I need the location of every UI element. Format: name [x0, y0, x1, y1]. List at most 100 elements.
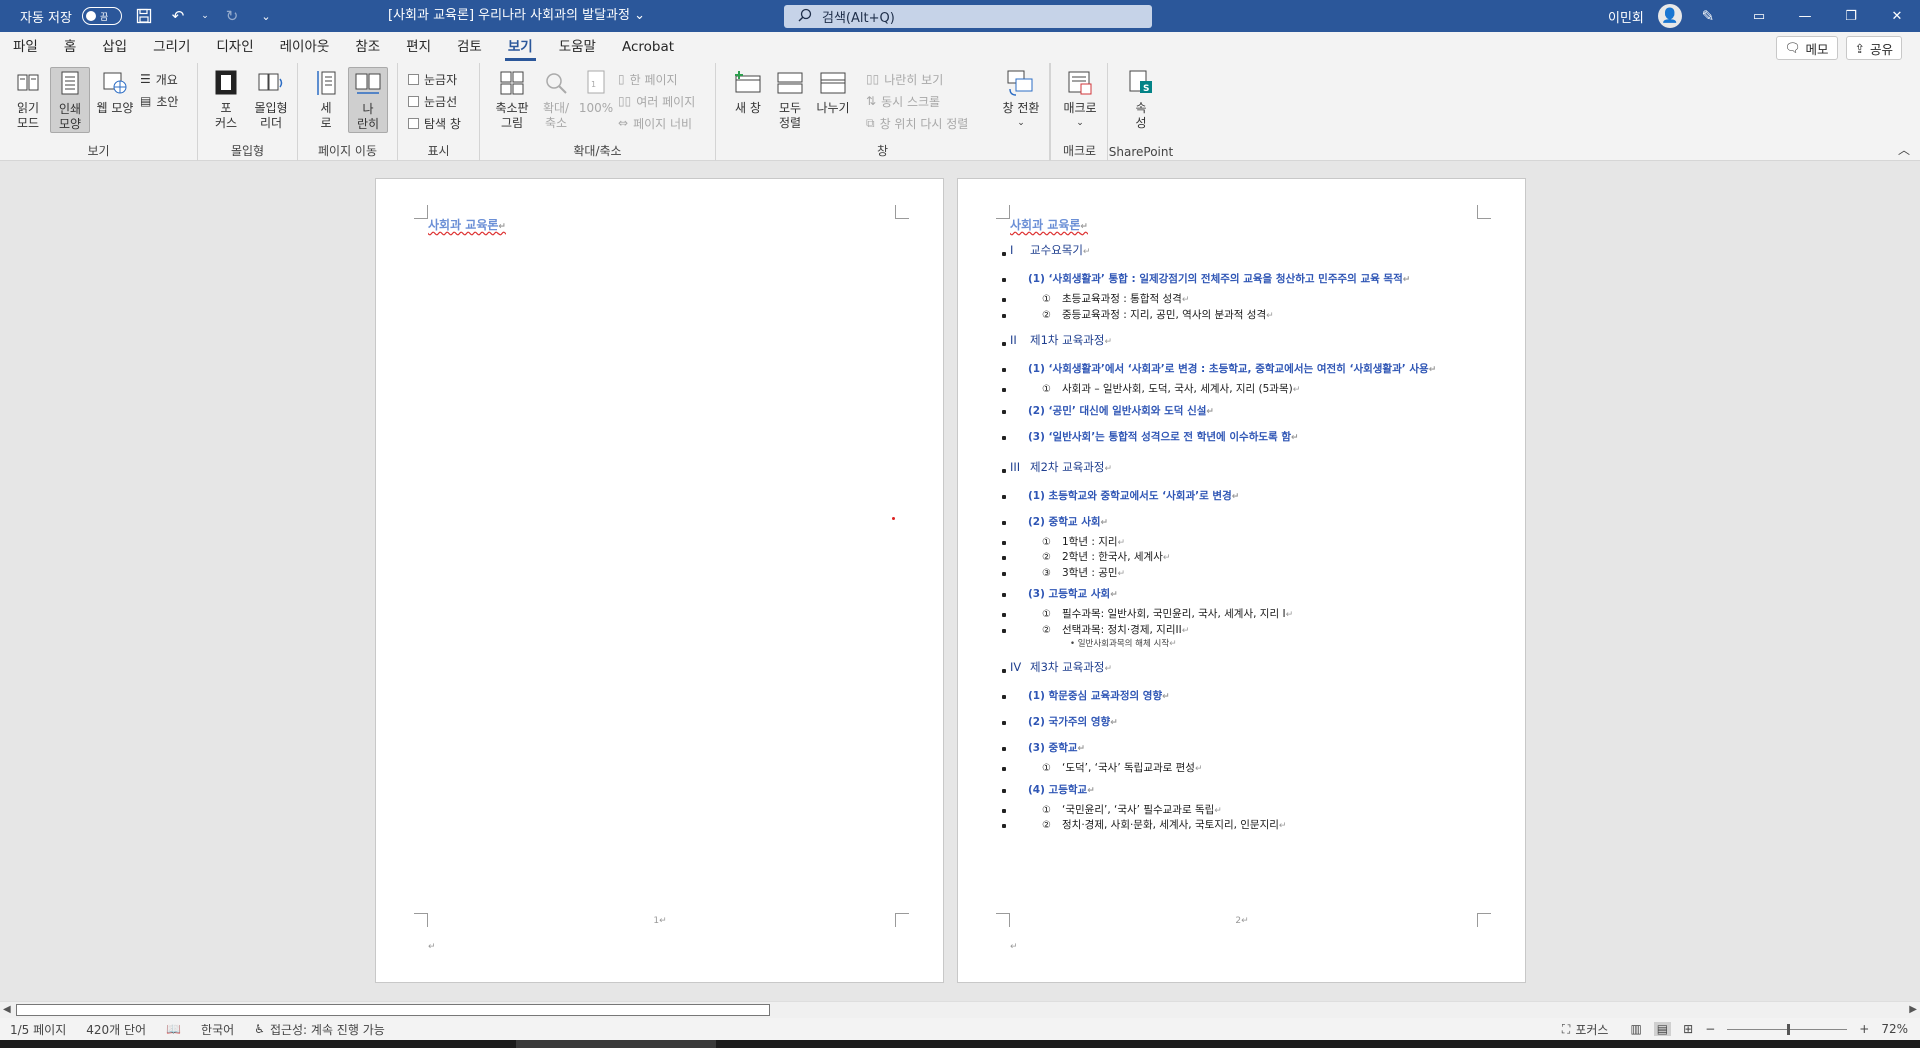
memo-button[interactable]: 🗨 메모 — [1775, 36, 1838, 60]
outline-number: IV — [1010, 660, 1022, 674]
web-layout-button[interactable]: 웹 모양 — [93, 67, 137, 116]
outline-text: (3) 중학교 — [1028, 742, 1078, 754]
word-count[interactable]: 420개 단어 — [76, 1021, 156, 1038]
tab-6[interactable]: 참조 — [342, 32, 393, 63]
tab-9[interactable]: 보기 — [495, 32, 546, 63]
macros-button[interactable]: 매크로 ⌄ — [1060, 67, 1100, 131]
web-layout-icon[interactable]: ⊞ — [1683, 1022, 1693, 1036]
page-1-header[interactable]: 사회과 교육론↵ — [428, 216, 506, 233]
page-width-button[interactable]: ⇔ 페이지 너비 — [618, 113, 692, 133]
tab-11[interactable]: Acrobat — [609, 32, 687, 63]
split-button[interactable]: 나누기 — [812, 67, 854, 116]
view-side-by-side-button[interactable]: ▯▯ 나란히 보기 — [866, 69, 943, 89]
switch-windows-button[interactable]: 창 전환 ⌄ — [996, 67, 1046, 131]
accessibility-icon: ♿ — [254, 1022, 265, 1036]
avatar[interactable]: 👤 — [1657, 4, 1682, 28]
outline-text: 초등교육과정 : 통합적 성격 — [1062, 293, 1182, 305]
focus-mode-button[interactable]: ⛶ 포커스 — [1552, 1021, 1619, 1038]
outline-text: 제1차 교육과정 — [1030, 333, 1105, 347]
zoom-100-button[interactable]: 1 100% — [576, 67, 616, 116]
tab-5[interactable]: 레이아웃 — [267, 32, 343, 63]
zoom-level[interactable]: 72% — [1881, 1022, 1908, 1036]
ruler-checkbox[interactable]: 눈금자 — [408, 69, 457, 89]
restore-icon[interactable]: ❐ — [1828, 0, 1874, 32]
share-button[interactable]: ⇪ 공유 — [1845, 36, 1902, 60]
tab-3[interactable]: 그리기 — [140, 32, 203, 63]
scroll-left-icon[interactable]: ◀ — [3, 1004, 11, 1015]
reset-window-position-button[interactable]: ⧉ 창 위치 다시 정렬 — [866, 113, 968, 133]
arrange-icon — [775, 67, 805, 99]
outline-button[interactable]: ☰ 개요 — [140, 69, 178, 89]
arrange-all-button[interactable]: 모두 정렬 — [770, 67, 810, 131]
zoom-slider[interactable] — [1727, 1023, 1848, 1035]
properties-button[interactable]: S 속성 — [1121, 67, 1161, 131]
focus-icon — [211, 67, 241, 99]
navigation-pane-checkbox[interactable]: 탐색 창 — [408, 113, 461, 133]
outline-number: III — [1010, 459, 1021, 474]
print-layout-button[interactable]: 인쇄 모양 — [50, 67, 90, 133]
outline-text: (4) 고등학교 — [1028, 783, 1088, 796]
read-mode-button[interactable]: 읽기 모드 — [8, 67, 48, 131]
proofing-status[interactable]: 📖 — [156, 1022, 191, 1036]
document-title[interactable]: [사회과 교육론] 우리나라 사회과의 발달과정 ⌄ — [388, 0, 645, 32]
document-area[interactable]: 사회과 교육론↵ 1↵ ↵ 사회과 교육론↵ I 교수요목기↵ (1) ‘사회생활과… — [0, 161, 1920, 1001]
tab-2[interactable]: 삽입 — [89, 32, 140, 63]
save-icon[interactable] — [132, 4, 156, 28]
thumbnail-button[interactable]: 축소판 그림 — [490, 67, 534, 131]
svg-text:1: 1 — [591, 80, 596, 89]
reset-position-icon: ⧉ — [866, 115, 875, 130]
outline-text: (3) ‘일반사회’는 통합적 성격으로 전 학년에 이수하도록 함 — [1028, 430, 1291, 443]
read-mode-icon[interactable]: ▥ — [1630, 1022, 1641, 1036]
page-2-header[interactable]: 사회과 교육론↵ — [1010, 216, 1088, 233]
outline-text: (2) 중학교 사회 — [1028, 515, 1101, 528]
minimize-icon[interactable]: — — [1782, 0, 1828, 32]
zoom-in-icon[interactable]: + — [1859, 1022, 1869, 1036]
tab-7[interactable]: 편지 — [393, 32, 444, 63]
undo-icon[interactable]: ↶ — [166, 4, 190, 28]
immersive-reader-button[interactable]: 몰입형 리더 — [248, 67, 294, 131]
outline-number: ① — [1042, 609, 1051, 620]
close-icon[interactable]: ✕ — [1874, 0, 1920, 32]
tab-10[interactable]: 도움말 — [546, 32, 609, 63]
redo-icon[interactable]: ↻ — [220, 4, 244, 28]
tab-8[interactable]: 검토 — [444, 32, 495, 63]
outline-text: 2학년 : 한국사, 세계사 — [1062, 551, 1163, 563]
tab-4[interactable]: 디자인 — [203, 32, 266, 63]
outline-text: (3) 고등학교 사회 — [1028, 588, 1111, 600]
scroll-right-icon[interactable]: ▶ — [1909, 1004, 1917, 1015]
tab-0[interactable]: 파일 — [0, 32, 51, 63]
vertical-button[interactable]: 세로 — [306, 67, 346, 131]
horizontal-scrollbar[interactable]: ◀ ▶ — [0, 1001, 1920, 1018]
collapse-ribbon-icon[interactable]: ︿ — [1898, 141, 1910, 158]
synchronous-scrolling-button[interactable]: ⇅ 동시 스크롤 — [866, 91, 940, 111]
gridlines-checkbox[interactable]: 눈금선 — [408, 91, 457, 111]
search-input[interactable]: 검색(Alt+Q) — [784, 5, 1152, 28]
outline-text: (1) ‘사회생활과’ 통합 : 일제강점기의 전체주의 교육을 청산하고 민주… — [1028, 273, 1403, 285]
draft-button[interactable]: ▤ 초안 — [140, 91, 178, 111]
side-to-side-button[interactable]: 나 란히 — [348, 67, 388, 133]
user-name[interactable]: 이민회 — [1608, 7, 1644, 26]
print-layout-icon[interactable]: ▤ — [1653, 1022, 1672, 1036]
pen-icon[interactable]: ✎ — [1696, 4, 1720, 28]
one-page-button[interactable]: ▯ 한 페이지 — [618, 69, 678, 89]
scrollbar-thumb[interactable] — [16, 1004, 770, 1016]
accessibility-status[interactable]: ♿ 접근성: 계속 진행 가능 — [244, 1021, 395, 1038]
new-window-button[interactable]: 새 창 — [728, 67, 768, 116]
ribbon-display-icon[interactable]: ▭ — [1736, 0, 1782, 32]
page-count[interactable]: 1/5 페이지 — [0, 1021, 76, 1038]
share-icon: ⇪ — [1854, 40, 1865, 56]
undo-dropdown-icon[interactable]: ⌄ — [200, 4, 210, 28]
outline-text: 3학년 : 공민 — [1062, 566, 1118, 579]
page-1[interactable]: 사회과 교육론↵ 1↵ ↵ — [375, 178, 944, 983]
tab-1[interactable]: 홈 — [51, 32, 89, 63]
focus-button[interactable]: 포 커스 — [206, 67, 246, 131]
customize-toolbar-icon[interactable]: ⌄ — [254, 4, 278, 28]
multiple-pages-button[interactable]: ▯▯ 여러 페이지 — [618, 91, 695, 111]
page-2[interactable]: 사회과 교육론↵ I 교수요목기↵ (1) ‘사회생활과’ 통합 : 일제강점기의 … — [957, 178, 1526, 983]
language[interactable]: 한국어 — [191, 1021, 244, 1038]
sync-scroll-icon: ⇅ — [866, 94, 877, 108]
side-by-side-small-icon: ▯▯ — [866, 72, 880, 86]
zoom-button[interactable]: 확대/축소 — [536, 67, 576, 131]
autosave-toggle[interactable]: 끔 — [81, 7, 122, 25]
zoom-out-icon[interactable]: − — [1705, 1022, 1715, 1036]
